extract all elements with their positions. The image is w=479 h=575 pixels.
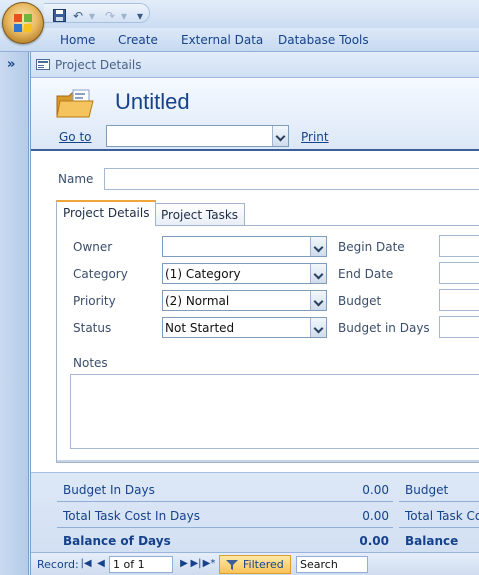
ribbon-tab-database-tools[interactable]: Database Tools — [278, 33, 369, 47]
footer-row-budget-in-days: Budget In Days 0.00 — [57, 477, 393, 502]
quick-access-toolbar: ↶ ▾ ↷ ▾ ▾ — [44, 3, 150, 23]
footer-label: Budget In Days — [63, 483, 155, 497]
chevron-down-icon[interactable] — [310, 318, 326, 337]
begin-date-label: Begin Date — [338, 240, 405, 254]
form-icon — [36, 59, 50, 70]
end-date-label: End Date — [338, 267, 394, 281]
record-label: Record: — [37, 558, 79, 571]
document-window: Project Details Untitled Go to Print Nam… — [30, 52, 479, 575]
expand-nav-chevron-icon[interactable]: » — [7, 57, 15, 72]
print-link[interactable]: Print — [301, 130, 329, 144]
chevron-down-icon[interactable] — [310, 291, 326, 310]
header-divider — [31, 149, 479, 151]
document-tab-title: Project Details — [55, 58, 142, 72]
name-label: Name — [58, 172, 94, 186]
ribbon-tab-external-data[interactable]: External Data — [181, 33, 263, 47]
form-footer: Budget In Days 0.00 Budget Total Task Co… — [31, 472, 479, 553]
office-button[interactable] — [2, 2, 44, 44]
priority-value: (2) Normal — [165, 294, 230, 308]
filtered-toggle[interactable]: Filtered — [219, 555, 291, 574]
footer-label: Budget — [405, 483, 449, 497]
filter-icon — [226, 560, 238, 570]
chevron-down-icon[interactable] — [310, 237, 326, 256]
footer-value: 0.00 — [362, 509, 389, 523]
footer-row-balance: Balance — [399, 528, 479, 553]
footer-row-total-task-cost: Total Task Cost In Days 0.00 — [57, 503, 393, 528]
owner-label: Owner — [73, 240, 113, 254]
footer-label: Balance of Days — [63, 534, 171, 548]
form-title: Untitled — [115, 89, 190, 114]
budget-label: Budget — [338, 294, 382, 308]
ribbon-tab-create[interactable]: Create — [118, 33, 158, 47]
budget-in-days-label: Budget in Days — [338, 321, 430, 335]
tab-project-details[interactable]: Project Details — [56, 200, 157, 226]
record-position-input[interactable]: 1 of 1 — [109, 556, 173, 573]
filtered-label: Filtered — [243, 558, 284, 571]
office-logo-icon — [14, 14, 32, 32]
footer-label: Total Task Co — [405, 509, 479, 523]
document-tab[interactable]: Project Details — [31, 52, 479, 78]
navigation-pane: » — [0, 52, 29, 575]
notes-label: Notes — [73, 356, 108, 370]
budget-input[interactable] — [439, 289, 479, 311]
ribbon-tabs: Home Create External Data Database Tools — [0, 28, 479, 52]
footer-row-balance-of-days: Balance of Days 0.00 — [57, 528, 393, 553]
owner-combo[interactable] — [162, 236, 327, 257]
category-combo[interactable]: (1) Category — [162, 263, 327, 284]
record-navigation-bar: Record: |◀ ◀ 1 of 1 ▶ ▶| ▶* Filtered Sea… — [31, 552, 479, 575]
previous-record-icon[interactable]: ◀ — [94, 557, 108, 571]
budget-in-days-input[interactable] — [439, 316, 479, 338]
category-value: (1) Category — [165, 267, 241, 281]
undo-dropdown-icon[interactable]: ▾ — [84, 9, 100, 23]
begin-date-input[interactable] — [439, 235, 479, 257]
status-label: Status — [73, 321, 112, 335]
priority-combo[interactable]: (2) Normal — [162, 290, 327, 311]
first-record-icon[interactable]: |◀ — [79, 557, 93, 571]
category-label: Category — [73, 267, 128, 281]
footer-row-total-task-cost-right: Total Task Co — [399, 503, 479, 528]
last-record-icon[interactable]: ▶| — [189, 557, 203, 571]
form-header: Untitled Go to Print — [31, 79, 479, 149]
folder-icon — [56, 89, 94, 118]
tab-project-tasks[interactable]: Project Tasks — [154, 203, 246, 225]
footer-value: 0.00 — [359, 534, 389, 548]
priority-label: Priority — [73, 294, 116, 308]
redo-dropdown-icon[interactable]: ▾ — [116, 9, 132, 23]
title-bar: ↶ ▾ ↷ ▾ ▾ — [0, 0, 479, 28]
footer-label: Total Task Cost In Days — [63, 509, 200, 523]
name-input[interactable] — [104, 168, 479, 190]
footer-row-budget: Budget — [399, 477, 479, 502]
chevron-down-icon[interactable] — [272, 126, 288, 146]
ribbon-tab-home[interactable]: Home — [60, 33, 95, 47]
status-value: Not Started — [165, 321, 235, 335]
status-combo[interactable]: Not Started — [162, 317, 327, 338]
goto-label: Go to — [59, 130, 92, 144]
customize-icon[interactable]: ▾ — [132, 9, 148, 23]
goto-combo[interactable] — [106, 125, 289, 147]
chevron-down-icon[interactable] — [310, 264, 326, 283]
search-box[interactable]: Search — [296, 556, 368, 573]
end-date-input[interactable] — [439, 262, 479, 284]
new-record-icon[interactable]: ▶* — [202, 557, 216, 571]
form-detail: Name Project Details Project Tasks Owner… — [31, 152, 479, 472]
notes-input[interactable] — [70, 374, 479, 449]
save-icon[interactable] — [51, 9, 67, 23]
footer-value: 0.00 — [362, 483, 389, 497]
project-details-panel: Owner Category (1) Category Priority (2)… — [56, 225, 479, 463]
footer-label: Balance — [405, 534, 459, 548]
